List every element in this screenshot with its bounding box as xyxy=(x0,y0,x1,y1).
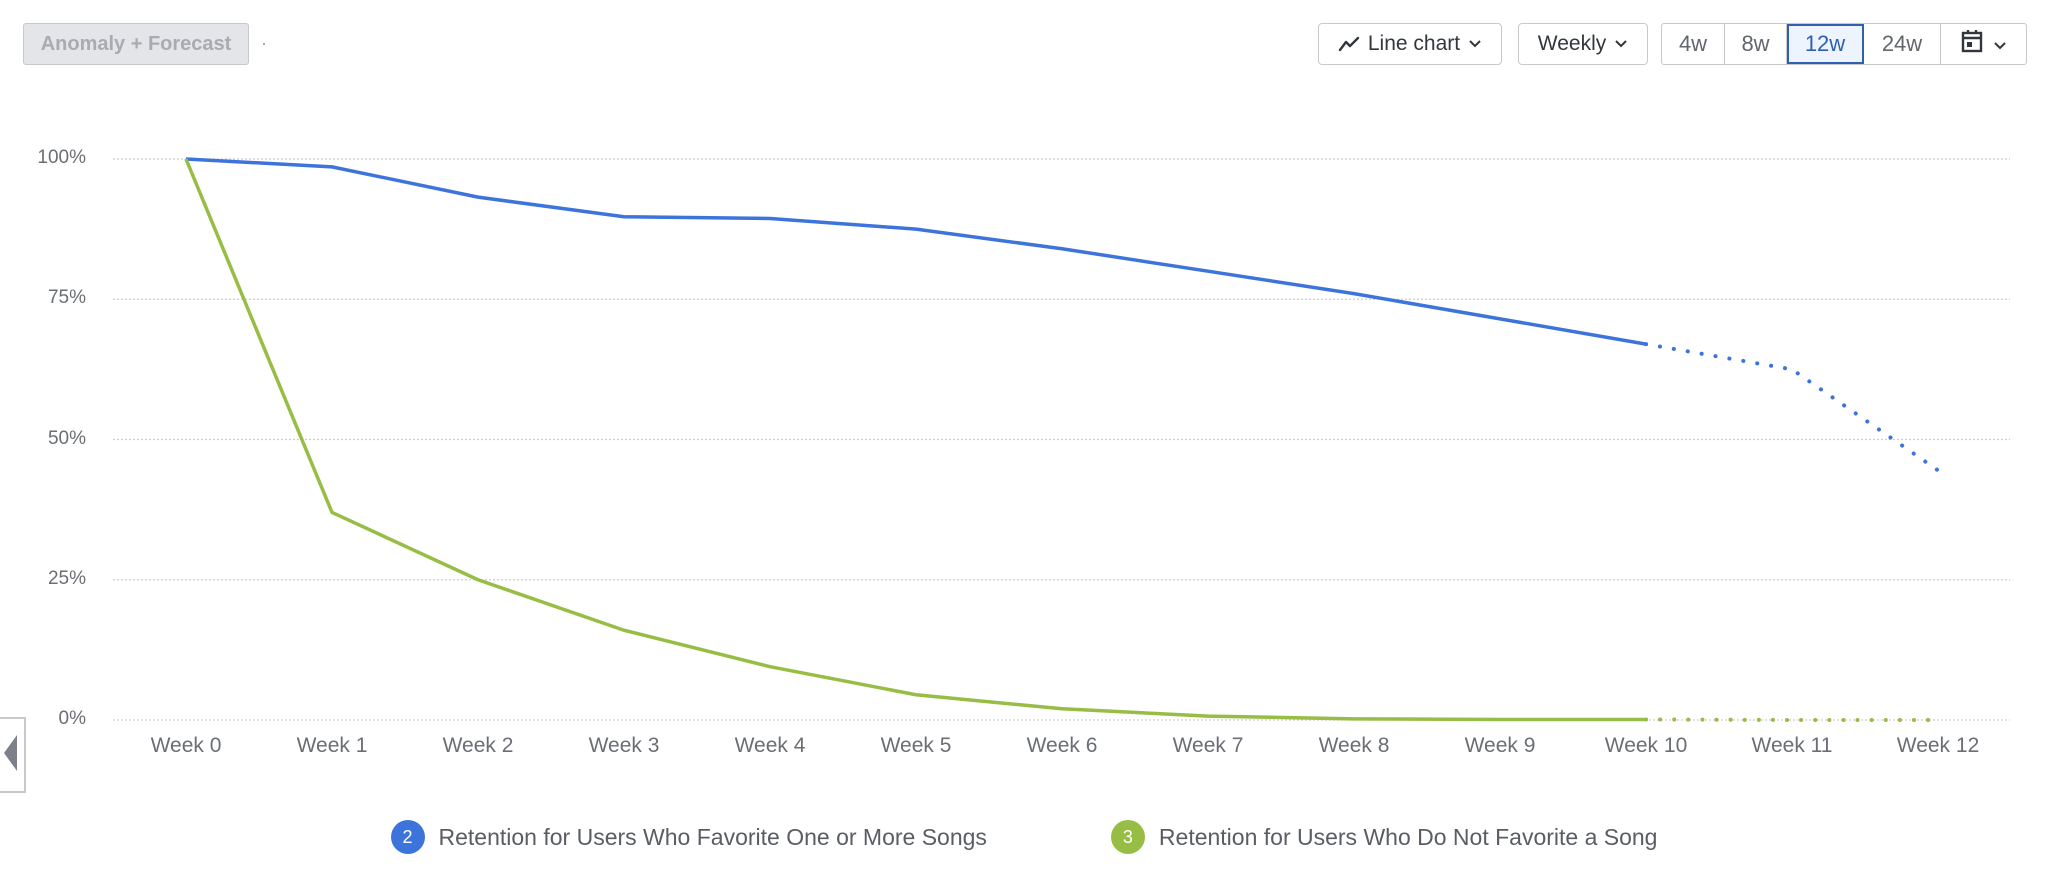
data-point-3-5[interactable] xyxy=(910,689,922,701)
x-tick-label: Week 2 xyxy=(442,734,514,757)
series-badge: 2 xyxy=(390,820,425,854)
forecast-line-2[interactable] xyxy=(1644,342,1940,473)
data-point-2-7[interactable] xyxy=(1202,265,1214,277)
data-point-3-12[interactable] xyxy=(1932,714,1944,726)
x-tick-label: Week 4 xyxy=(734,734,806,757)
x-tick-label: Week 5 xyxy=(880,734,952,757)
data-point-3-11[interactable] xyxy=(1786,714,1798,726)
series-badge: 3 xyxy=(1110,820,1145,854)
x-tick-label: Week 10 xyxy=(1604,734,1688,757)
data-point-2-9[interactable] xyxy=(1494,313,1506,325)
x-tick-label: Week 7 xyxy=(1172,734,1244,757)
y-tick-label: 25% xyxy=(47,567,86,589)
data-point-2-5[interactable] xyxy=(910,223,922,235)
data-point-3-3[interactable] xyxy=(618,624,630,636)
x-tick-label: Week 3 xyxy=(588,734,660,757)
legend-label: Retention for Users Who Do Not Favorite … xyxy=(1158,823,1658,850)
y-tick-label: 100% xyxy=(37,147,86,168)
data-point-2-8[interactable] xyxy=(1348,288,1360,300)
series-line-2[interactable] xyxy=(185,157,1647,346)
data-point-2-1[interactable] xyxy=(326,161,338,173)
data-point-3-1[interactable] xyxy=(326,506,338,518)
legend-label: Retention for Users Who Favorite One or … xyxy=(438,823,987,850)
data-point-3-10[interactable] xyxy=(1640,713,1652,725)
x-tick-label: Week 1 xyxy=(296,734,368,757)
data-point-2-10[interactable] xyxy=(1640,338,1652,350)
scroll-left-button[interactable] xyxy=(0,717,26,793)
data-point-2-2[interactable] xyxy=(472,191,484,203)
y-tick-label: 75% xyxy=(47,287,86,309)
data-point-2-6[interactable] xyxy=(1056,243,1068,255)
data-point-3-7[interactable] xyxy=(1202,710,1214,722)
x-tick-label: Week 12 xyxy=(1896,734,1980,757)
x-tick-label: Week 9 xyxy=(1464,734,1536,757)
chart-legend: 2 Retention for Users Who Favorite One o… xyxy=(0,820,2048,854)
legend-item-no-favorite[interactable]: 3 Retention for Users Who Do Not Favorit… xyxy=(1110,820,1658,854)
x-tick-label: Week 6 xyxy=(1026,734,1098,757)
data-point-2-4[interactable] xyxy=(764,212,776,224)
retention-line-chart xyxy=(113,153,2010,726)
data-point-3-6[interactable] xyxy=(1056,703,1068,715)
legend-item-favorite[interactable]: 2 Retention for Users Who Favorite One o… xyxy=(390,820,987,854)
data-point-3-0[interactable] xyxy=(180,153,192,165)
data-point-2-12[interactable] xyxy=(1932,464,1944,476)
x-tick-label: Week 0 xyxy=(150,734,222,757)
data-point-2-3[interactable] xyxy=(618,211,630,223)
data-point-3-2[interactable] xyxy=(472,574,484,586)
data-point-3-9[interactable] xyxy=(1494,713,1506,725)
data-point-3-8[interactable] xyxy=(1348,713,1360,725)
caret-left-icon xyxy=(4,734,18,776)
data-point-2-11[interactable] xyxy=(1786,363,1798,375)
data-point-3-4[interactable] xyxy=(764,661,776,673)
y-tick-label: 50% xyxy=(47,427,86,449)
x-tick-label: Week 11 xyxy=(1751,734,1833,757)
x-tick-label: Week 8 xyxy=(1318,734,1390,757)
